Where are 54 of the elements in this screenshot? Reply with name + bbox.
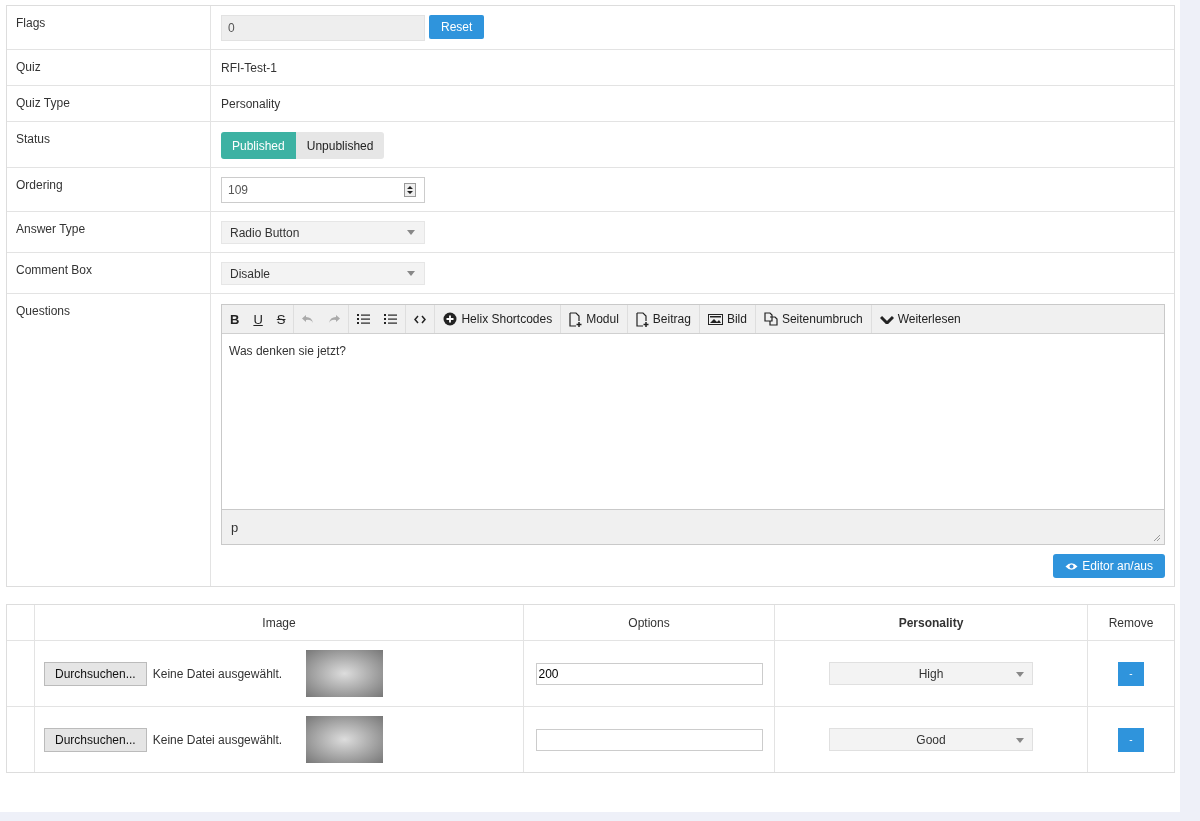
browse-button[interactable]: Durchsuchen... <box>44 661 147 686</box>
element-path: p <box>231 519 239 535</box>
field-label: Quiz Type <box>16 96 70 110</box>
resize-handle-icon[interactable] <box>1153 534 1161 542</box>
file-status: Keine Datei ausgewählt. <box>152 666 284 681</box>
browse-button[interactable]: Durchsuchen... <box>44 727 147 752</box>
code-icon[interactable] <box>414 314 427 324</box>
field-label: Flags <box>16 16 46 30</box>
dropdown[interactable]: Disable <box>221 262 425 285</box>
plus-circle-icon <box>443 312 458 326</box>
toolbar-button[interactable]: Modul <box>569 311 619 327</box>
column-header: Personality <box>898 615 964 630</box>
toolbar-button[interactable]: Beitrag <box>635 311 691 327</box>
field-label: Answer Type <box>16 222 86 236</box>
bold-button[interactable]: B <box>230 311 240 327</box>
spinner-icon[interactable] <box>404 183 416 197</box>
dropdown[interactable]: Radio Button <box>221 221 425 244</box>
column-header: Remove <box>1108 615 1154 630</box>
eye-icon <box>1065 561 1079 571</box>
number-field[interactable]: 109 <box>221 177 425 203</box>
field-value: Personality <box>221 96 281 111</box>
toolbar-button[interactable]: Weiterlesen <box>879 312 961 326</box>
toolbar-button[interactable]: Helix Shortcodes <box>443 312 553 326</box>
status-toggle-button[interactable]: Unpublished <box>295 132 385 159</box>
field-label: Status <box>16 132 51 146</box>
strikethrough-button[interactable]: S <box>276 311 286 327</box>
dropdown[interactable]: High <box>829 662 1033 685</box>
page-plus-icon <box>635 311 649 327</box>
field-value: RFI-Test-1 <box>221 60 277 75</box>
question-text: Was denken sie jetzt? <box>229 344 346 358</box>
flags-field[interactable]: 0 <box>221 15 425 41</box>
caret-icon <box>407 230 415 235</box>
option-field[interactable]: 200 <box>535 662 763 685</box>
caret-icon <box>1016 738 1024 743</box>
page-plus-icon <box>569 311 583 327</box>
caret-icon <box>1016 672 1024 677</box>
column-header: Image <box>262 615 296 630</box>
field-label: Quiz <box>16 60 41 74</box>
field-label: Comment Box <box>16 263 93 277</box>
underline-button[interactable]: U <box>253 311 263 327</box>
chevron-down-icon <box>879 314 894 324</box>
option-field[interactable] <box>535 728 763 751</box>
column-header: Options <box>628 615 670 630</box>
file-status: Keine Datei ausgewählt. <box>152 732 284 747</box>
toolbar-button[interactable]: Bild <box>707 312 747 326</box>
dropdown[interactable]: Good <box>829 728 1033 751</box>
copy-pages-icon <box>763 312 778 326</box>
field-label: Ordering <box>16 178 63 192</box>
numbered-list-icon[interactable] <box>384 313 398 325</box>
field-label: Questions <box>16 304 71 318</box>
bulleted-list-icon[interactable] <box>357 313 371 325</box>
image-icon <box>707 313 723 325</box>
caret-icon <box>407 271 415 276</box>
toolbar-button[interactable]: Seitenumbruch <box>763 312 863 326</box>
